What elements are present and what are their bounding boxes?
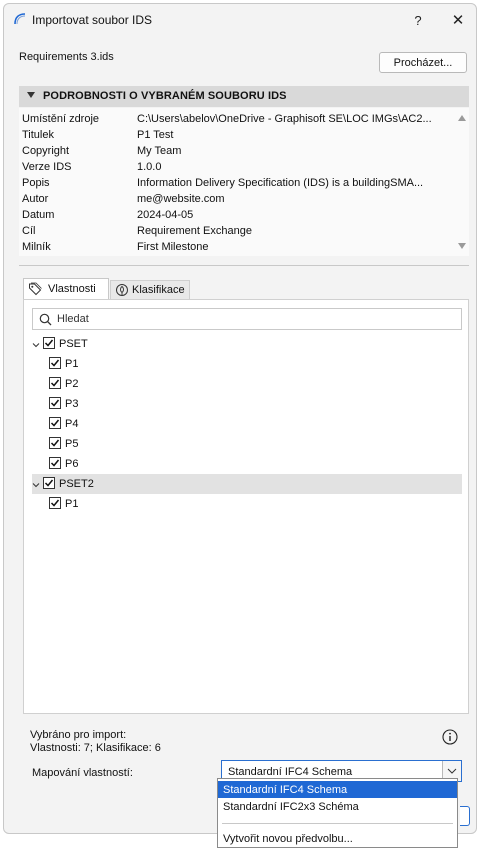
details-row: Milník First Milestone xyxy=(22,240,452,256)
tree-group-pset[interactable]: PSET xyxy=(32,334,462,354)
tab-label: Klasifikace xyxy=(132,284,185,296)
details-row: Datum 2024-04-05 xyxy=(22,208,452,224)
details-label: Titulek xyxy=(22,129,54,141)
tree-label: P4 xyxy=(65,418,79,430)
option-label: Standardní IFC2x3 Schéma xyxy=(223,801,359,813)
info-icon[interactable] xyxy=(442,729,458,745)
tree-label: PSET xyxy=(59,338,88,350)
tree-item[interactable]: P2 xyxy=(32,374,462,394)
tree-group-pset2[interactable]: PSET2 xyxy=(32,474,462,494)
properties-panel: PSET P1 P2 P3 P4 P5 P6 PSET2 xyxy=(23,299,469,714)
details-label: Cíl xyxy=(22,225,36,237)
tree-item[interactable]: P1 xyxy=(32,494,462,514)
title-bar: Importovat soubor IDS ? ✕ xyxy=(4,4,476,38)
search-box[interactable] xyxy=(32,308,462,330)
collapse-triangle-icon xyxy=(27,92,35,98)
mapping-selected-value: Standardní IFC4 Schema xyxy=(228,766,353,778)
tree-item[interactable]: P5 xyxy=(32,434,462,454)
checkbox[interactable] xyxy=(49,437,61,449)
checkbox[interactable] xyxy=(49,397,61,409)
checkbox[interactable] xyxy=(49,497,61,509)
dropdown-option[interactable]: Standardní IFC2x3 Schéma xyxy=(218,798,457,815)
checkbox[interactable] xyxy=(49,357,61,369)
chevron-down-icon[interactable] xyxy=(32,340,40,348)
tree-label: P3 xyxy=(65,398,79,410)
scroll-up-arrow-icon[interactable] xyxy=(458,115,466,121)
checkbox[interactable] xyxy=(43,477,55,489)
details-row: Autor me@website.com xyxy=(22,192,452,208)
tree-item[interactable]: P4 xyxy=(32,414,462,434)
browse-button[interactable]: Procházet... xyxy=(379,52,467,73)
details-section-header[interactable]: PODROBNOSTI O VYBRANÉM SOUBORU IDS xyxy=(19,86,469,107)
option-label: Vytvořit novou předvolbu... xyxy=(223,833,353,845)
details-row: Copyright My Team xyxy=(22,144,452,160)
scroll-down-arrow-icon[interactable] xyxy=(458,243,466,249)
details-label: Autor xyxy=(22,193,49,205)
search-icon xyxy=(39,313,52,326)
selection-summary-title: Vybráno pro import: xyxy=(30,729,127,741)
details-label: Umístění zdroje xyxy=(22,113,100,125)
details-value: Requirement Exchange xyxy=(137,225,252,237)
details-section-title: PODROBNOSTI O VYBRANÉM SOUBORU IDS xyxy=(43,90,287,102)
details-value: me@website.com xyxy=(137,193,225,205)
file-name: Requirements 3.ids xyxy=(19,51,114,63)
help-button[interactable]: ? xyxy=(406,10,430,32)
chevron-down-icon[interactable] xyxy=(32,480,40,488)
tree-label: P6 xyxy=(65,458,79,470)
details-row: Umístění zdroje C:\Users\abelov\OneDrive… xyxy=(22,112,452,128)
details-label: Copyright xyxy=(22,145,70,157)
checkbox[interactable] xyxy=(43,337,55,349)
details-value: Information Delivery Specification (IDS)… xyxy=(137,177,424,189)
details-row: Verze IDS 1.0.0 xyxy=(22,160,452,176)
details-value: 2024-04-05 xyxy=(137,209,194,221)
details-label: Popis xyxy=(22,177,50,189)
details-row: Cíl Requirement Exchange xyxy=(22,224,452,240)
tree-item[interactable]: P6 xyxy=(32,454,462,474)
tab-label: Vlastnosti xyxy=(48,283,96,295)
close-button[interactable]: ✕ xyxy=(446,10,470,32)
mapping-label: Mapování vlastností: xyxy=(32,767,133,779)
details-row: Popis Information Delivery Specification… xyxy=(22,176,452,192)
partially-hidden-button[interactable] xyxy=(460,806,470,826)
tab-klasifikace[interactable]: Klasifikace xyxy=(110,280,190,300)
details-label: Verze IDS xyxy=(22,161,72,173)
details-row: Titulek P1 Test xyxy=(22,128,452,144)
tree-label: PSET2 xyxy=(59,478,94,490)
details-value: P1 Test xyxy=(137,129,174,141)
tree-label: P5 xyxy=(65,438,79,450)
details-value: My Team xyxy=(137,145,182,157)
divider xyxy=(19,265,469,266)
details-value: C:\Users\abelov\OneDrive - Graphisoft SE… xyxy=(137,113,432,125)
selection-summary-counts: Vlastnosti: 7; Klasifikace: 6 xyxy=(30,742,161,754)
option-label: Standardní IFC4 Schema xyxy=(223,784,348,796)
tree-item[interactable]: P3 xyxy=(32,394,462,414)
tree-label: P2 xyxy=(65,378,79,390)
tab-vlastnosti[interactable]: Vlastnosti xyxy=(23,278,109,300)
checkbox[interactable] xyxy=(49,457,61,469)
classification-icon xyxy=(115,283,129,300)
details-list: Umístění zdroje C:\Users\abelov\OneDrive… xyxy=(19,108,469,256)
tree-label: P1 xyxy=(65,498,79,510)
details-value: 1.0.0 xyxy=(137,161,162,173)
search-input[interactable] xyxy=(57,311,455,327)
app-icon xyxy=(13,12,27,26)
details-value: First Milestone xyxy=(137,241,209,253)
checkbox[interactable] xyxy=(49,377,61,389)
mapping-dropdown-list: Standardní IFC4 Schema Standardní IFC2x3… xyxy=(217,778,458,848)
dropdown-separator xyxy=(222,823,453,824)
details-label: Datum xyxy=(22,209,55,221)
tag-icon xyxy=(28,282,42,299)
window-title: Importovat soubor IDS xyxy=(32,13,153,27)
checkbox[interactable] xyxy=(49,417,61,429)
dropdown-option[interactable]: Standardní IFC4 Schema xyxy=(218,781,457,798)
import-ids-dialog: Importovat soubor IDS ? ✕ Requirements 3… xyxy=(3,3,477,834)
details-label: Milník xyxy=(22,241,51,253)
tree-label: P1 xyxy=(65,358,79,370)
tree-item[interactable]: P1 xyxy=(32,354,462,374)
dropdown-option[interactable]: Vytvořit novou předvolbu... xyxy=(218,830,457,847)
